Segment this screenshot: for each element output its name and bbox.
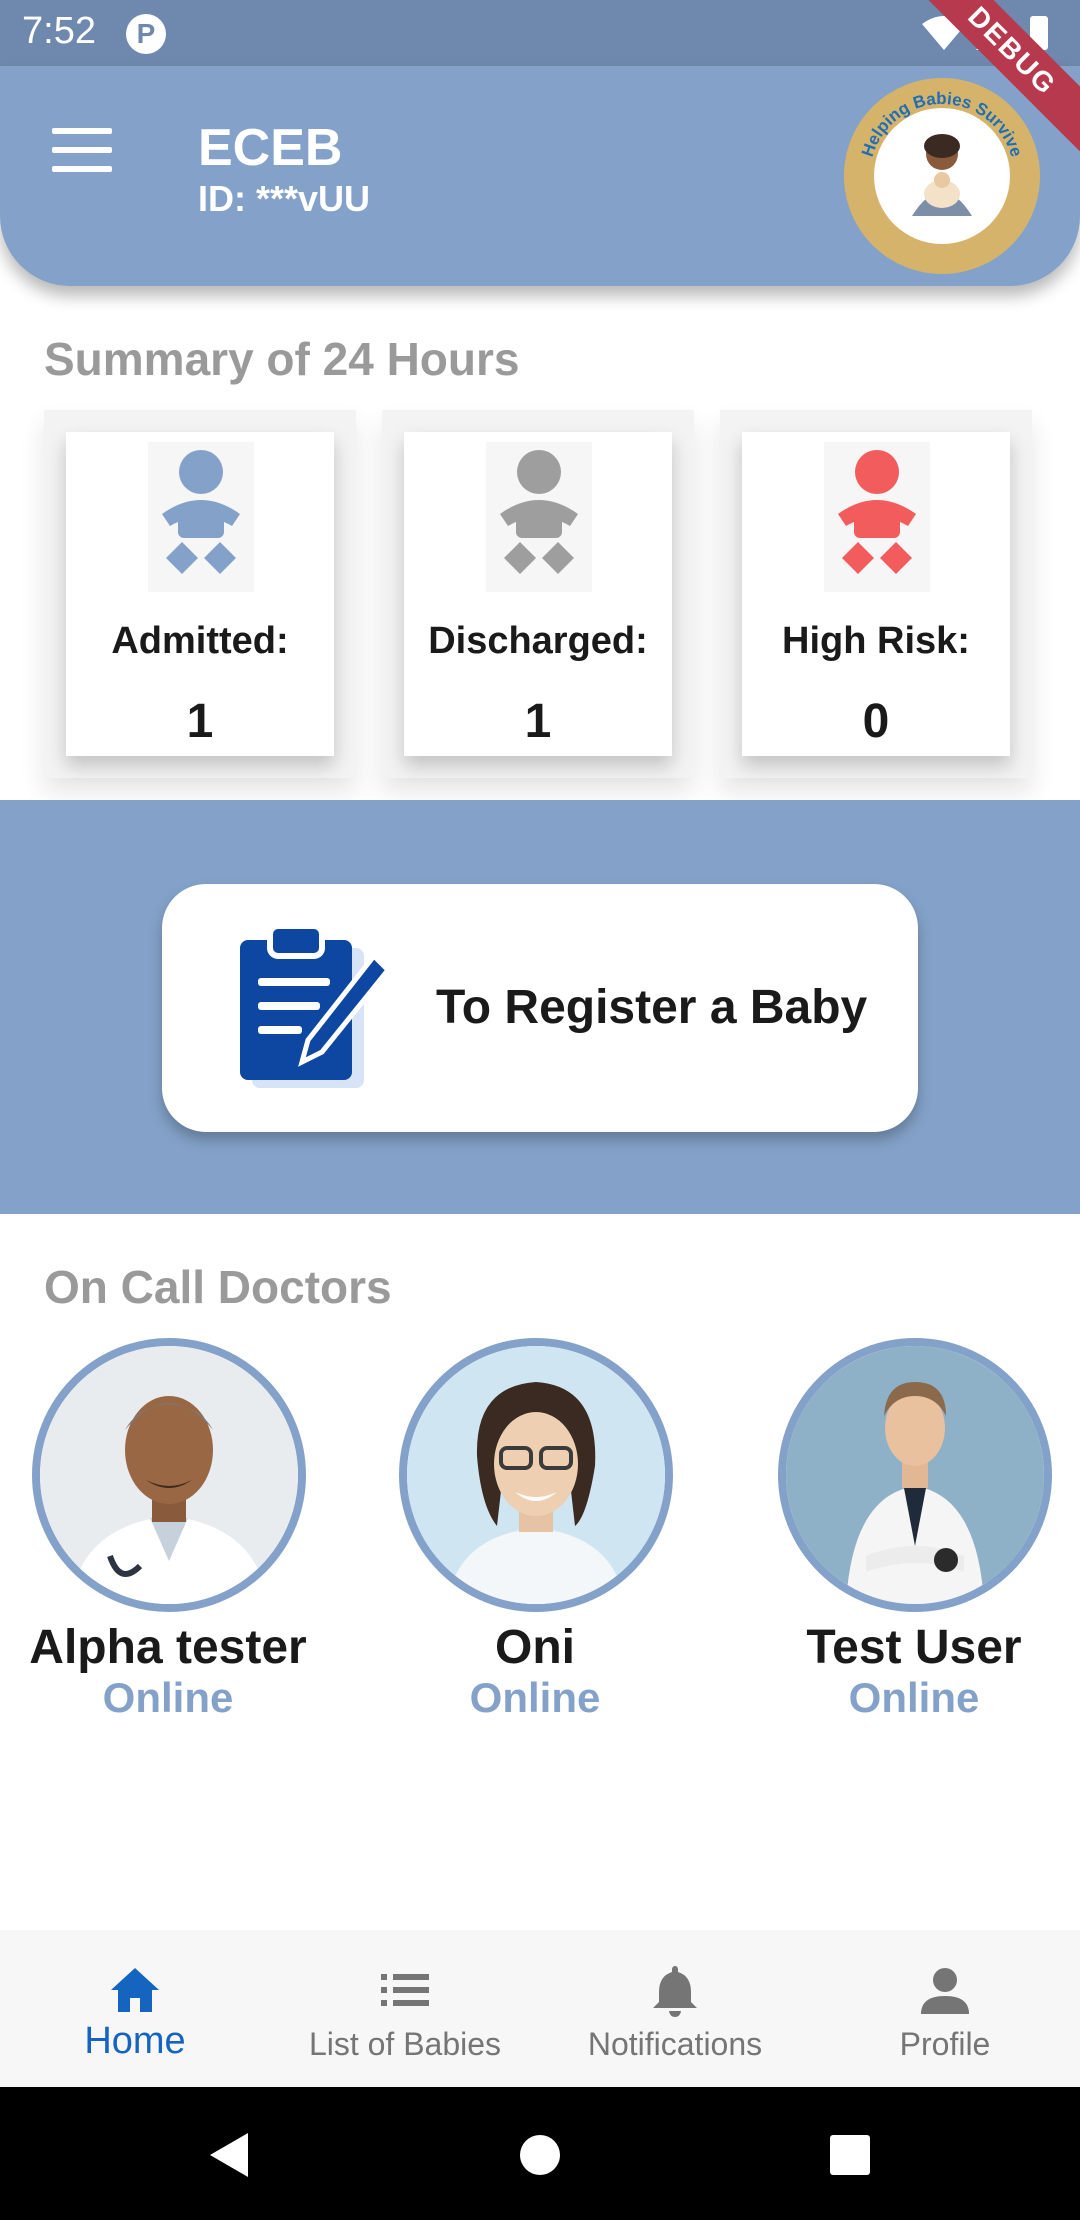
nav-home[interactable]: Home [0,1930,270,2087]
baby-icon [838,450,916,574]
summary-cards: Admitted: 1 Discharged: 1 High Risk: 0 [0,400,1080,800]
bottom-navigation: Home List of Babies Notifications Profil… [0,1930,1080,2087]
home-screen: 7:52 P DEBUG ECEB ID: ***vUU Helping Bab… [0,0,1080,2220]
baby-icon [162,450,240,574]
bell-icon [653,1966,697,2017]
status-bar: 7:52 P [0,0,1080,66]
clipboard-edit-icon [240,923,392,1088]
doctor-status: Online [102,1674,234,1721]
doctor-avatar [778,1338,1052,1612]
home-icon [111,1968,159,2012]
app-title: ECEB [198,119,343,177]
user-id: ID: ***vUU [198,178,371,219]
discharged-label: Discharged: [428,620,648,662]
home-circle-icon[interactable] [512,2127,568,2183]
doctor-card[interactable]: Oni Online [365,1338,705,1728]
nav-profile[interactable]: Profile [810,1930,1080,2087]
discharged-count: 1 [524,695,552,748]
app-bar: ECEB ID: ***vUU Helping Babies Survive [0,66,1080,286]
register-baby-button[interactable]: To Register a Baby [162,884,918,1132]
status-time: 7:52 [22,10,96,52]
person-icon [921,1968,969,2014]
back-icon[interactable] [202,2127,258,2183]
high-risk-count: 0 [862,695,890,748]
register-baby-label: To Register a Baby [436,981,868,1034]
nav-home-label: Home [84,2020,186,2062]
admitted-count: 1 [186,695,214,748]
doctor-avatar [399,1338,673,1612]
on-call-doctors-title: On Call Doctors [44,1261,392,1313]
doctor-name: Alpha tester [29,1621,307,1674]
nav-notifications-label: Notifications [587,2026,763,2062]
register-section: To Register a Baby [0,800,1080,1214]
app-notification-icon: P [126,14,166,54]
admitted-card[interactable]: Admitted: 1 [44,410,356,778]
doctor-card[interactable]: Alpha tester Online [0,1338,338,1728]
doctor-status: Online [848,1674,980,1721]
baby-icon [500,450,578,574]
doctor-card[interactable]: Test User Online [744,1338,1080,1728]
recents-icon[interactable] [822,2127,878,2183]
system-navigation-bar [0,2087,1080,2220]
discharged-card[interactable]: Discharged: 1 [382,410,694,778]
menu-icon[interactable] [52,128,112,174]
high-risk-label: High Risk: [782,620,970,662]
nav-notifications[interactable]: Notifications [540,1930,810,2087]
admitted-label: Admitted: [111,620,289,662]
doctor-avatar [32,1338,306,1612]
doctor-status: Online [469,1674,601,1721]
high-risk-card[interactable]: High Risk: 0 [720,410,1032,778]
doctor-name: Oni [495,1621,575,1674]
list-icon [381,1974,429,2006]
nav-profile-label: Profile [899,2026,991,2062]
doctor-name: Test User [806,1621,1022,1674]
nav-list-of-babies[interactable]: List of Babies [270,1930,540,2087]
summary-title: Summary of 24 Hours [44,333,520,385]
helping-babies-survive-logo: Helping Babies Survive [844,78,1040,274]
nav-list-of-babies-label: List of Babies [308,2026,502,2062]
